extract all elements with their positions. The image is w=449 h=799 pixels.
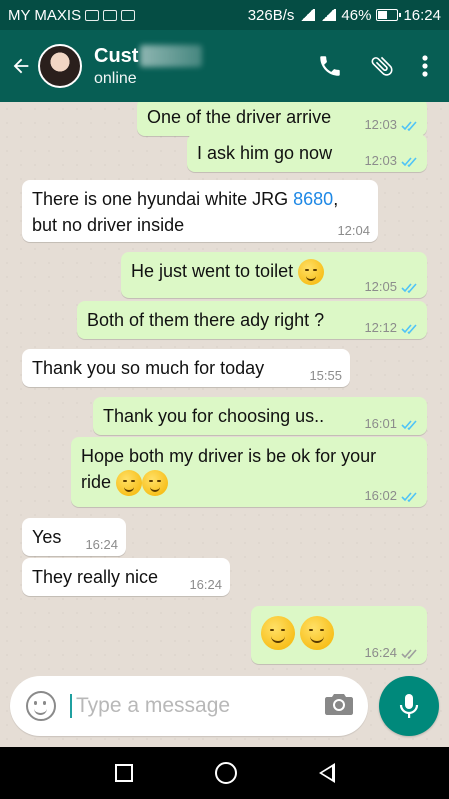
message-text: Both of them there ady right ?: [87, 310, 325, 330]
message-text: Hope both my driver is be ok for your: [81, 446, 377, 466]
home-button[interactable]: [214, 762, 237, 784]
phone-icon[interactable]: [317, 53, 343, 79]
message-text: They really nice: [32, 567, 159, 587]
network-speed: 326B/s: [247, 6, 295, 24]
message-outgoing[interactable]: One of the driver arrive 12:03: [137, 102, 427, 136]
redacted-name: [140, 45, 203, 67]
notification-icon: [103, 9, 118, 21]
delivered-receipt-icon: [401, 648, 417, 659]
wifi-icon: [299, 9, 316, 21]
mic-button[interactable]: [379, 676, 439, 736]
message-incoming[interactable]: There is one hyundai white JRG 8680, but…: [22, 180, 378, 242]
message-outgoing[interactable]: 16:24: [251, 606, 427, 664]
message-time: 12:03: [364, 153, 397, 168]
message-time: 12:12: [364, 320, 397, 335]
message-text: ride: [81, 472, 112, 492]
message-text: There is one hyundai white JRG: [32, 189, 294, 209]
battery-percent: 46%: [341, 6, 372, 24]
contact-info[interactable]: Cust online: [94, 44, 203, 88]
message-text: He just went to toilet: [131, 261, 294, 281]
clock: 16:24: [403, 6, 441, 24]
status-bar: MY MAXIS 326B/s 46% 16:24: [0, 0, 449, 30]
message-input[interactable]: [70, 694, 300, 718]
back-button[interactable]: [318, 763, 335, 783]
message-outgoing[interactable]: He just went to toilet 12:05: [121, 252, 427, 298]
contact-status: online: [94, 69, 137, 87]
battery-icon: [376, 9, 402, 21]
system-nav-bar: [0, 747, 449, 799]
read-receipt-icon: [401, 323, 417, 334]
read-receipt-icon: [401, 156, 417, 167]
smiling-emoji-icon: [116, 470, 143, 497]
message-outgoing[interactable]: Both of them there ady right ? 12:12: [77, 301, 427, 339]
message-outgoing[interactable]: Hope both my driver is be ok for your ri…: [71, 437, 427, 507]
message-time: 16:24: [189, 577, 222, 592]
message-text: but no driver inside: [32, 215, 185, 235]
read-receipt-icon: [401, 282, 417, 293]
read-receipt-icon: [401, 419, 417, 430]
smiling-emoji-icon: [261, 616, 295, 650]
chat-area[interactable]: One of the driver arrive 12:03 I ask him…: [0, 102, 449, 747]
message-time: 16:01: [364, 416, 397, 431]
recents-button[interactable]: [114, 764, 133, 782]
phone-link[interactable]: 8680: [293, 189, 333, 209]
message-text: Thank you for choosing us..: [103, 406, 325, 426]
message-time: 16:24: [85, 537, 118, 552]
carrier-label: MY MAXIS: [8, 6, 82, 24]
message-time: 15:55: [309, 368, 342, 383]
read-receipt-icon: [401, 491, 417, 502]
avatar[interactable]: [38, 44, 82, 88]
message-time: 12:04: [337, 223, 370, 238]
smiling-emoji-icon: [142, 470, 169, 497]
message-text: Yes: [32, 527, 62, 547]
message-incoming[interactable]: Yes 16:24: [22, 518, 126, 556]
signal-icon: [320, 9, 337, 21]
message-text: ,: [333, 189, 339, 209]
mic-icon: [399, 694, 419, 718]
message-incoming[interactable]: Thank you so much for today 15:55: [22, 349, 350, 387]
camera-icon[interactable]: [324, 691, 354, 722]
emoji-icon[interactable]: [26, 691, 56, 721]
message-composer: [10, 676, 368, 736]
notification-icon: [85, 9, 100, 21]
message-incoming[interactable]: They really nice 16:24: [22, 558, 230, 596]
read-receipt-icon: [401, 120, 417, 131]
more-vert-icon[interactable]: [421, 54, 429, 78]
chat-header: Cust online: [0, 30, 449, 102]
contact-name: Cust: [94, 44, 139, 67]
message-text: One of the driver arrive: [147, 107, 332, 127]
smiling-emoji-icon: [300, 616, 335, 650]
message-time: 12:05: [364, 279, 397, 294]
message-time: 16:02: [364, 488, 397, 503]
message-outgoing[interactable]: Thank you for choosing us.. 16:01: [93, 397, 427, 435]
message-outgoing[interactable]: I ask him go now 12:03: [187, 134, 427, 172]
notification-icon: [121, 9, 136, 21]
message-text: Thank you so much for today: [32, 358, 265, 378]
message-time: 12:03: [364, 117, 397, 132]
arrow-back-icon[interactable]: [6, 55, 36, 77]
sweat-emoji-icon: [298, 259, 325, 286]
message-time: 16:24: [364, 645, 397, 660]
message-text: I ask him go now: [197, 143, 333, 163]
paperclip-icon[interactable]: [369, 53, 395, 79]
